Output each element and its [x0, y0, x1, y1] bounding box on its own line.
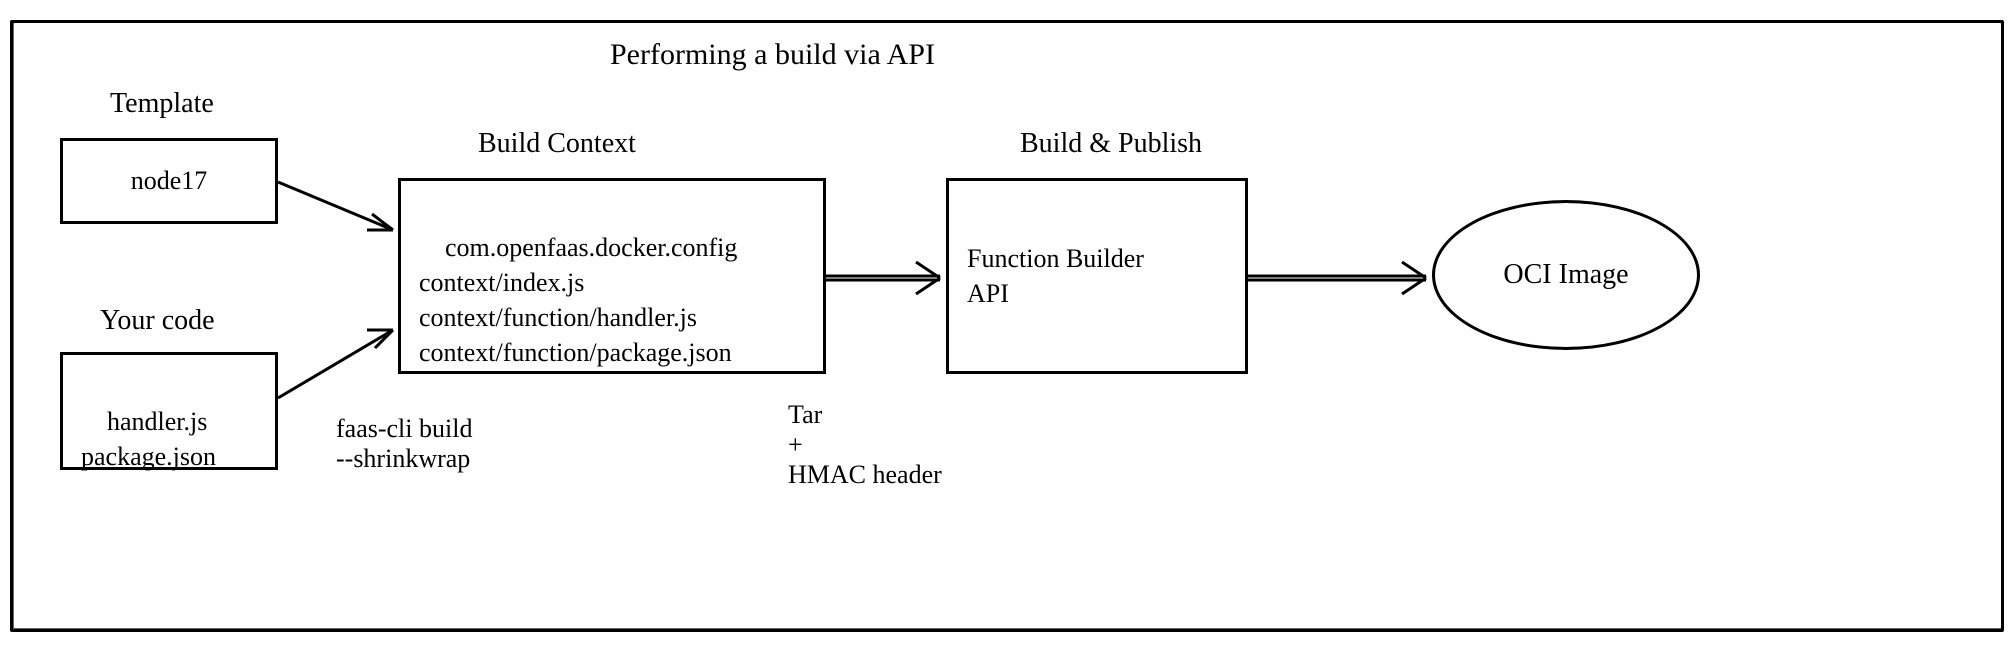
template-box-text: node17: [131, 163, 208, 198]
function-builder-box: Function Builder API: [946, 178, 1248, 374]
tar-hmac-note: Tar + HMAC header: [788, 400, 942, 490]
diagram-title: Performing a build via API: [610, 38, 935, 72]
shrinkwrap-note: faas-cli build --shrinkwrap: [336, 414, 472, 474]
your-code-box-text: handler.js package.json: [81, 407, 216, 471]
template-box: node17: [60, 138, 278, 224]
oci-image-ellipse: OCI Image: [1432, 200, 1700, 350]
build-context-box: com.openfaas.docker.config context/index…: [398, 178, 826, 374]
your-code-box: handler.js package.json: [60, 352, 278, 470]
function-builder-box-text: Function Builder API: [967, 241, 1144, 311]
template-label: Template: [110, 88, 214, 120]
your-code-label: Your code: [100, 305, 215, 337]
build-context-box-text: com.openfaas.docker.config context/index…: [419, 233, 737, 367]
build-context-label: Build Context: [478, 128, 636, 160]
oci-image-text: OCI Image: [1503, 259, 1628, 291]
diagram-canvas: Performing a build via API Template Your…: [0, 0, 2014, 652]
build-publish-label: Build & Publish: [1020, 128, 1202, 160]
